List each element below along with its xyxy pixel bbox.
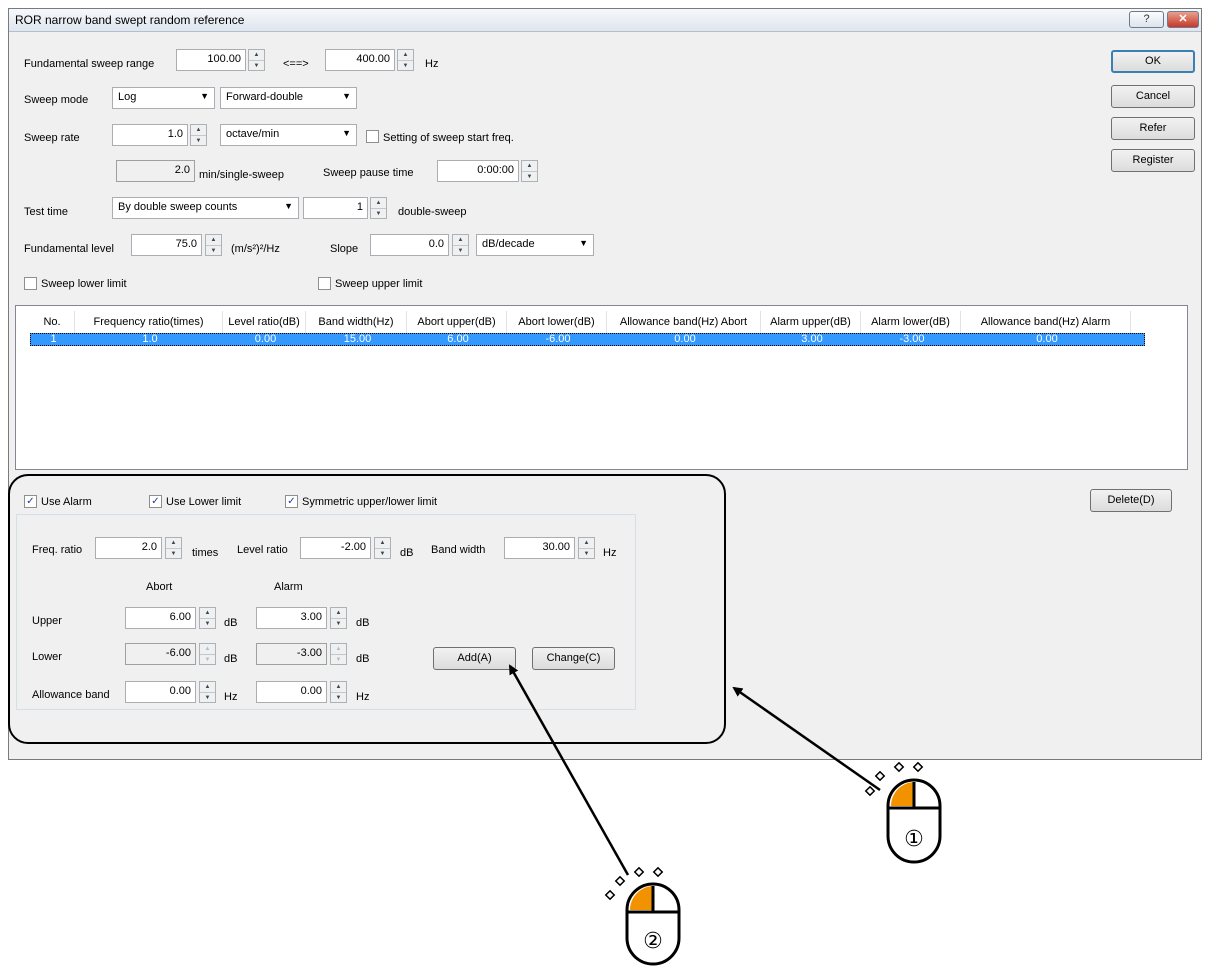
svg-text:②: ②	[643, 929, 663, 954]
svg-text:①: ①	[904, 827, 924, 852]
annotation-overlay: ① ②	[508, 664, 942, 966]
mouse-icon-two: ②	[604, 866, 681, 966]
mouse-icon-one: ①	[864, 761, 942, 864]
arrow-two	[508, 664, 630, 876]
arrow-one	[732, 686, 881, 792]
